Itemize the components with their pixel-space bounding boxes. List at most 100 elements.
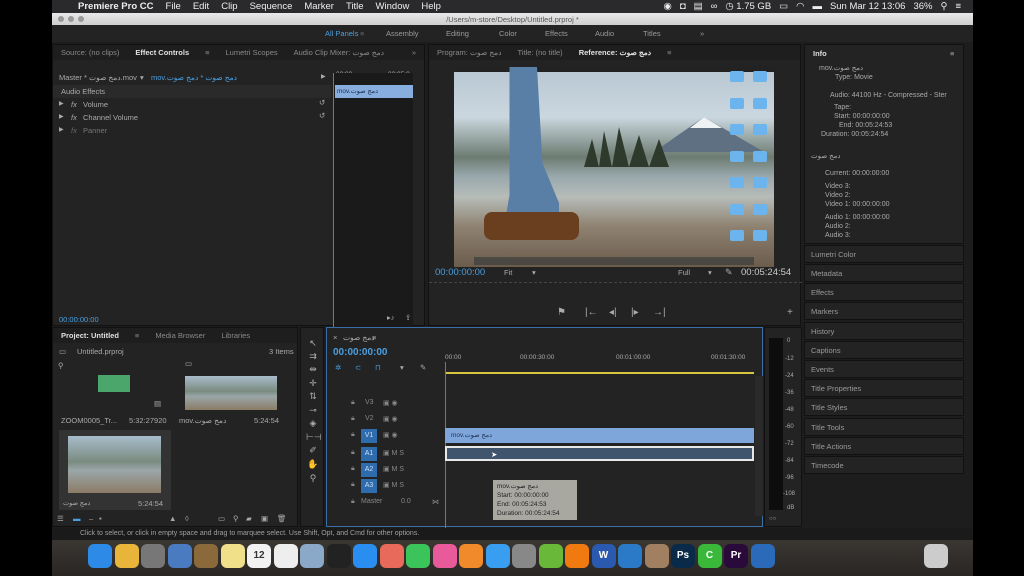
- search-icon[interactable]: ⚲: [58, 361, 64, 370]
- lock-icon[interactable]: 🔒︎: [351, 399, 355, 407]
- menu-edit[interactable]: Edit: [187, 1, 215, 12]
- menu-clip[interactable]: Clip: [215, 1, 243, 12]
- dock-preview-icon[interactable]: [300, 544, 324, 568]
- marker-icon[interactable]: ▾: [400, 363, 404, 372]
- zoom-out-icon[interactable]: –: [89, 514, 93, 523]
- effect-timeline[interactable]: [333, 73, 413, 331]
- dock-messages-icon[interactable]: [485, 544, 510, 568]
- dock-calendar-icon[interactable]: 12: [247, 544, 271, 568]
- tab-libraries[interactable]: Libraries: [213, 331, 258, 340]
- panel-captions[interactable]: Captions: [804, 341, 964, 359]
- slip-tool-icon[interactable]: ◈: [306, 418, 320, 429]
- solo-buttons[interactable]: ○○: [769, 516, 776, 522]
- sync-icon[interactable]: ▣ ◉: [383, 415, 398, 423]
- dock-word-icon[interactable]: W: [591, 544, 616, 568]
- dock-premiere-icon[interactable]: Pr: [724, 544, 748, 568]
- timeline-timecode[interactable]: 00:00:00:00: [333, 347, 387, 358]
- panel-timecode[interactable]: Timecode: [804, 456, 964, 474]
- dock-camera-icon[interactable]: [644, 544, 669, 568]
- record-icon[interactable]: ◉: [664, 1, 672, 12]
- camera-icon[interactable]: ◘: [680, 1, 686, 12]
- dock-system-preferences-icon[interactable]: [512, 544, 536, 568]
- play-audio-icon[interactable]: ▸♪: [387, 313, 395, 322]
- menu-sequence[interactable]: Sequence: [244, 1, 299, 12]
- work-area-bar[interactable]: [446, 372, 754, 374]
- folder-icon[interactable]: ▰: [246, 514, 252, 523]
- effect-clip-bar[interactable]: mov.دمج صوت: [335, 85, 413, 98]
- panel-events[interactable]: Events: [804, 360, 964, 378]
- dock-ibooks-icon[interactable]: [459, 544, 483, 568]
- export-icon[interactable]: ⇪: [405, 313, 411, 322]
- lock-icon[interactable]: 🔒︎: [351, 465, 355, 473]
- button-editor-plus-icon[interactable]: +: [787, 307, 793, 318]
- track-label-v1[interactable]: V1: [361, 429, 377, 443]
- go-to-in-icon[interactable]: |←: [585, 307, 598, 318]
- spotlight-icon[interactable]: ⚲: [940, 1, 947, 12]
- selection-tool-icon[interactable]: ↖: [306, 338, 320, 349]
- dock-trash-icon[interactable]: [924, 544, 948, 568]
- tab-program[interactable]: Program: دمج صوت: [429, 48, 510, 57]
- sequence-thumb[interactable]: [68, 436, 161, 493]
- play-arrow-icon[interactable]: ▶: [321, 73, 326, 80]
- zoom-slider-handle[interactable]: ▪: [99, 514, 102, 523]
- dock-notes-icon[interactable]: [194, 544, 218, 568]
- dock-vlc-icon[interactable]: [565, 544, 589, 568]
- zoom-tool-icon[interactable]: ⚲: [306, 473, 320, 484]
- step-back-icon[interactable]: ◂|: [609, 307, 617, 318]
- panel-title-properties[interactable]: Title Properties: [804, 379, 964, 397]
- panel-title-tools[interactable]: Title Tools: [804, 418, 964, 436]
- project-item-name[interactable]: دمج صوت: [63, 499, 90, 507]
- workspace-editing[interactable]: Editing: [446, 29, 469, 38]
- wrench-icon[interactable]: ✎: [725, 267, 733, 278]
- zoom-level-dropdown[interactable]: Fit: [504, 268, 512, 277]
- workspace-audio[interactable]: Audio: [595, 29, 614, 38]
- master-volume-value[interactable]: 0.0: [401, 498, 411, 505]
- resolution-dropdown[interactable]: Full: [678, 268, 690, 277]
- panel-metadata[interactable]: Metadata: [804, 264, 964, 282]
- dock-utorrent-icon[interactable]: [538, 544, 563, 568]
- workspace-overflow-button[interactable]: »: [700, 29, 704, 38]
- icon-view-icon[interactable]: ▬: [73, 514, 81, 523]
- reset-volume-icon[interactable]: ↺: [319, 98, 325, 107]
- reset-channel-volume-icon[interactable]: ↺: [319, 111, 325, 120]
- menu-help[interactable]: Help: [415, 1, 447, 12]
- expand-panner-icon[interactable]: ▶: [59, 126, 64, 133]
- panel-overflow-icon[interactable]: »: [404, 48, 424, 57]
- panel-title-styles[interactable]: Title Styles: [804, 398, 964, 416]
- wrench-icon[interactable]: ✎: [420, 363, 426, 372]
- chevron-down-icon[interactable]: ▾: [708, 268, 712, 277]
- expand-volume-icon[interactable]: ▶: [59, 100, 64, 107]
- tab-source[interactable]: Source: (no clips): [53, 48, 127, 57]
- slide-tool-icon[interactable]: ⊢⊣: [306, 432, 322, 443]
- dock-photos-icon[interactable]: [379, 544, 404, 568]
- tab-media-browser[interactable]: Media Browser: [147, 331, 213, 340]
- ripple-edit-tool-icon[interactable]: ⇹: [306, 364, 320, 375]
- panel-lumetri-color[interactable]: Lumetri Color: [804, 245, 964, 263]
- track-label-a3[interactable]: A3: [361, 479, 377, 493]
- memory-readout[interactable]: ◷ 1.75 GB: [725, 1, 771, 12]
- video-preview[interactable]: [454, 67, 774, 267]
- effect-panner[interactable]: Panner: [83, 126, 107, 135]
- wifi-icon[interactable]: ◠: [796, 1, 804, 12]
- flag-icon[interactable]: ▬: [812, 1, 822, 12]
- panel-markers[interactable]: Markers: [804, 302, 964, 320]
- project-item-name[interactable]: mov.دمج صوت: [179, 416, 226, 425]
- automate-icon[interactable]: ◊: [185, 514, 189, 523]
- dock-camtasia-icon[interactable]: C: [697, 544, 722, 568]
- lock-icon[interactable]: 🔒︎: [351, 431, 355, 439]
- tab-effect-controls[interactable]: Effect Controls: [127, 48, 197, 57]
- dock-chrome-icon[interactable]: [114, 544, 139, 568]
- go-to-out-icon[interactable]: →|: [653, 307, 666, 318]
- track-select-tool-icon[interactable]: ⇉: [306, 351, 320, 362]
- creative-cloud-icon[interactable]: ∞: [711, 1, 718, 12]
- panel-title-actions[interactable]: Title Actions: [804, 437, 964, 455]
- project-item-name[interactable]: ZOOM0005_Tr...: [61, 416, 117, 425]
- step-forward-icon[interactable]: |▸: [631, 307, 639, 318]
- effect-volume[interactable]: Volume: [83, 100, 108, 109]
- lock-icon[interactable]: 🔒︎: [351, 415, 355, 423]
- dock-photoshop-icon[interactable]: Ps: [671, 544, 695, 568]
- clip-selector[interactable]: mov.دمج صوت * دمج صوت: [151, 73, 237, 82]
- panel-history[interactable]: History: [804, 322, 964, 340]
- sync-icon[interactable]: ▣ ◉: [383, 399, 398, 407]
- dock-reminders-icon[interactable]: [273, 544, 298, 568]
